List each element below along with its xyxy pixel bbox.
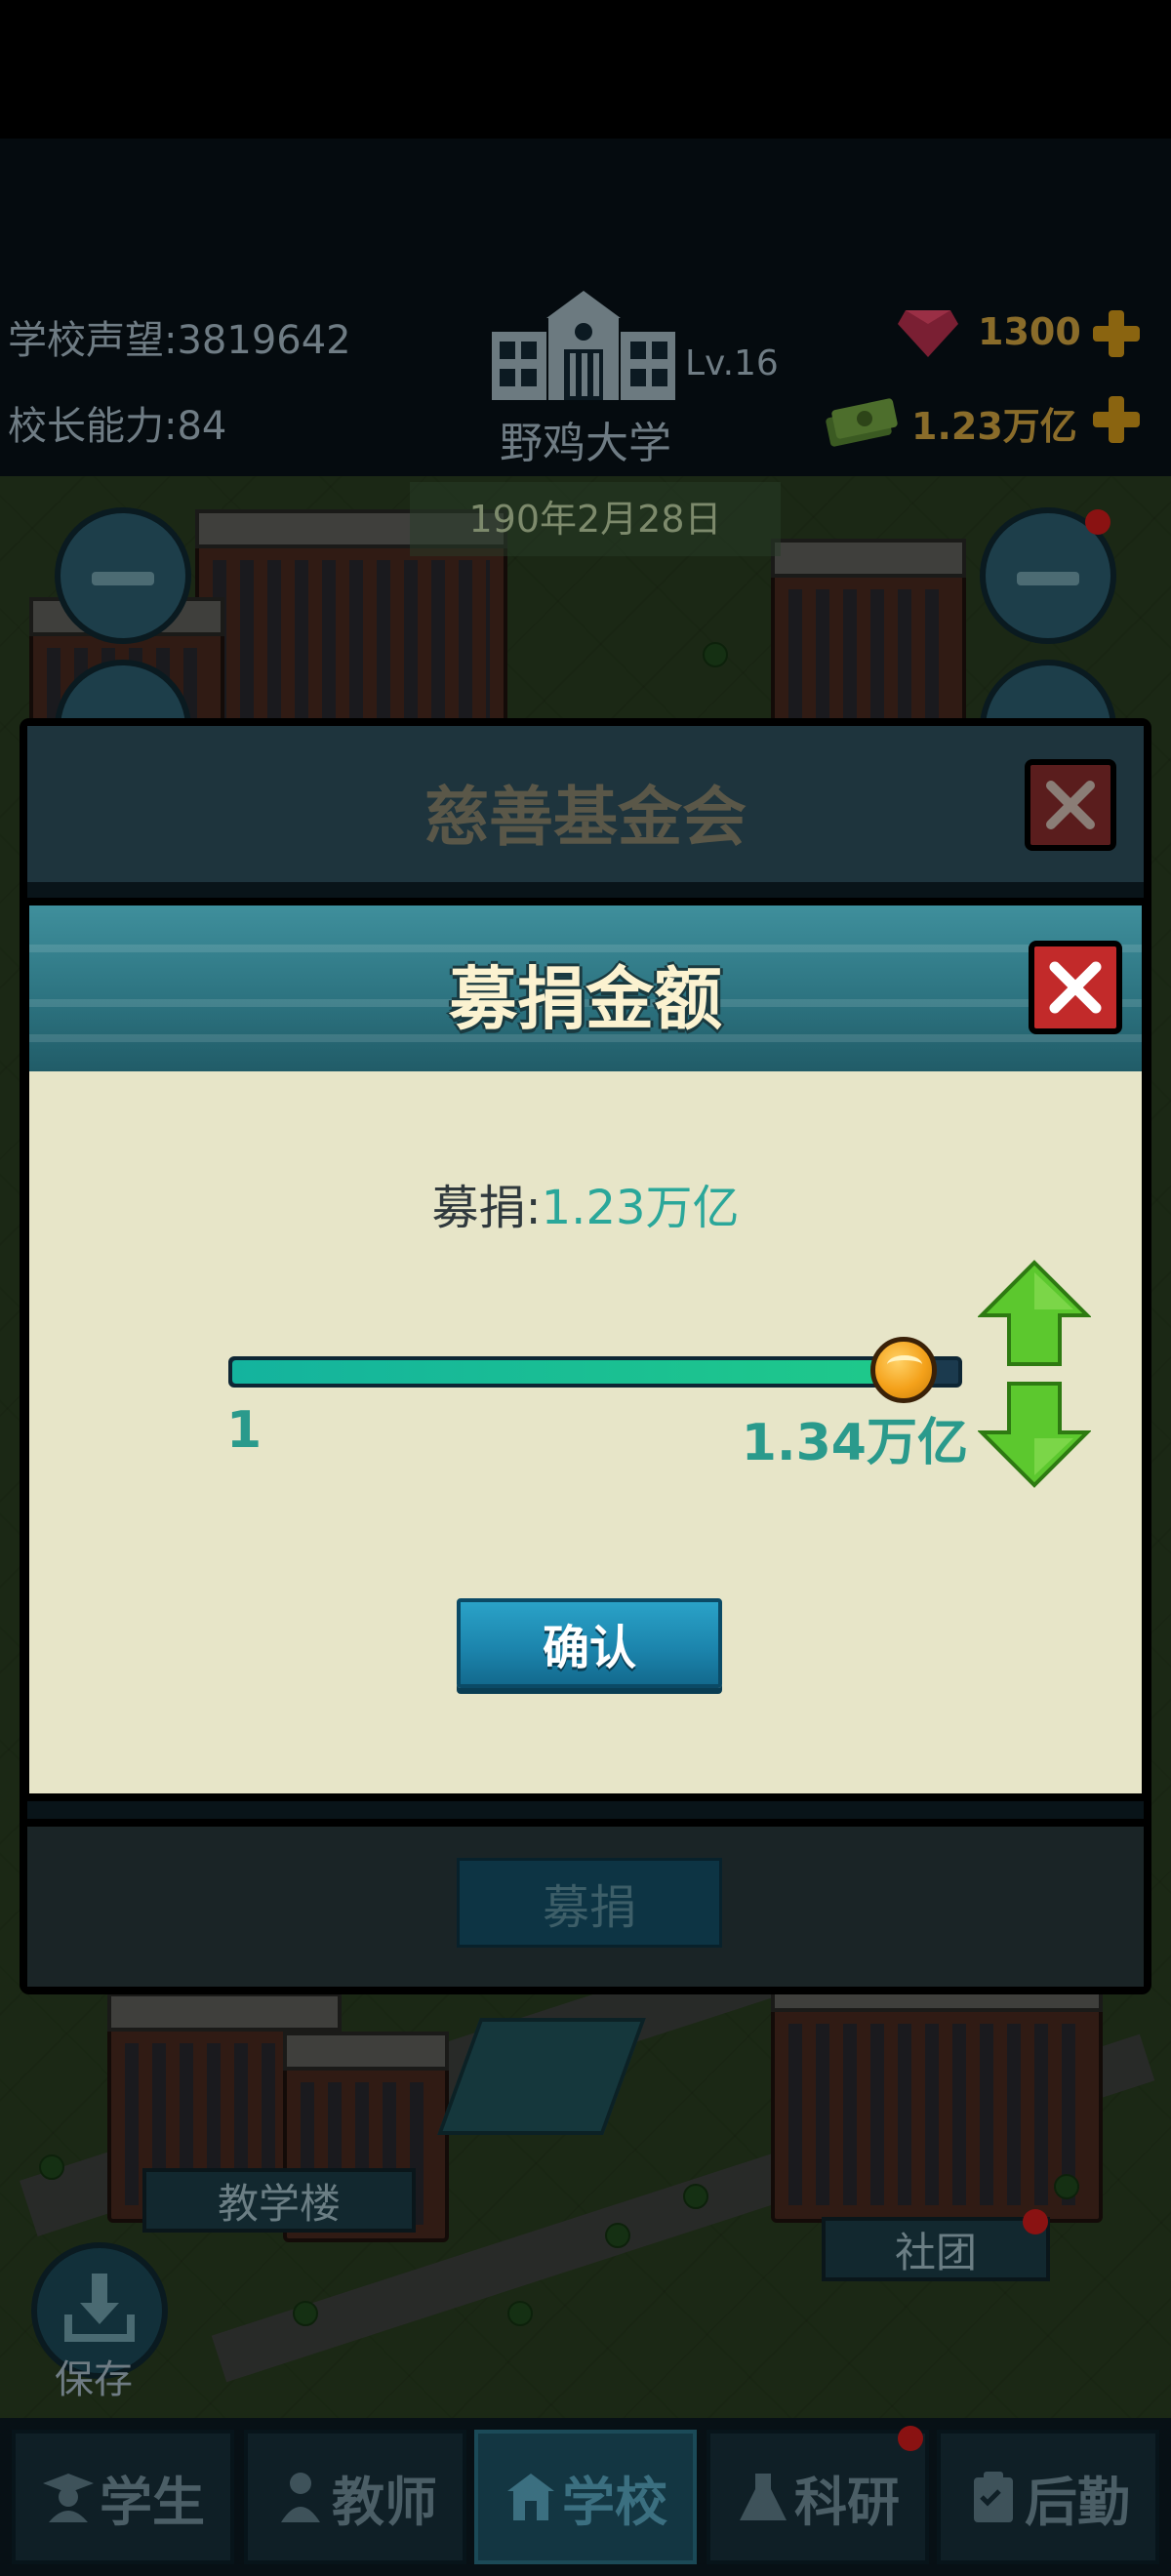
nav-school[interactable]: 学校	[474, 2430, 697, 2564]
school-icon	[507, 2474, 554, 2520]
nav-label: 科研	[794, 2471, 900, 2533]
teaching-building-text: 教学楼	[217, 2179, 341, 2228]
teacher-icon	[281, 2473, 320, 2522]
school-level: Lv.16	[685, 343, 779, 383]
nav-research[interactable]: 科研	[707, 2430, 929, 2564]
reputation-label: 学校声望:	[8, 318, 178, 363]
donation-amount: 募捐:1.23万亿	[29, 1169, 1142, 1237]
gem-icon	[898, 310, 958, 357]
amount-value: 1.23万亿	[541, 1181, 740, 1235]
donate-button[interactable]: 募捐	[457, 1858, 722, 1948]
dialog-title: 募捐金额	[449, 959, 722, 1039]
flask-icon	[740, 2474, 787, 2520]
dialog-title: 慈善基金会	[424, 780, 747, 855]
save-label: 保存	[55, 2357, 133, 2402]
zoom-out-button-left[interactable]	[55, 507, 191, 644]
amount-slider[interactable]	[228, 1356, 962, 1388]
nav-label: 教师	[332, 2471, 437, 2533]
close-button[interactable]	[1029, 941, 1122, 1034]
download-icon	[64, 2274, 135, 2342]
increase-button[interactable]	[977, 1257, 1092, 1370]
school-building-icon	[492, 291, 675, 400]
nav-label: 学生	[100, 2471, 205, 2533]
reputation-value: 3819642	[177, 318, 351, 363]
money-icon	[826, 398, 898, 447]
dialog-footer: 募捐	[27, 1819, 1144, 1987]
confirm-button[interactable]: 确认	[457, 1598, 722, 1688]
slider-fill	[232, 1360, 901, 1384]
club-notification-dot	[1023, 2209, 1048, 2234]
game-date: 190年2月28日	[410, 482, 781, 556]
dialog-header: 慈善基金会	[27, 726, 1144, 882]
notification-dot	[1085, 509, 1110, 535]
arrow-down-icon	[977, 1382, 1092, 1488]
nav-logistics[interactable]: 后勤	[937, 2430, 1159, 2564]
club-text: 社团	[894, 2228, 977, 2276]
nav-label: 学校	[562, 2471, 667, 2533]
arrow-up-icon	[977, 1260, 1092, 1366]
donation-amount-dialog: 募捐金额 募捐:1.23万亿 1 1.34万亿 确认	[21, 898, 1150, 1801]
amount-label: 募捐:	[431, 1181, 542, 1235]
slider-max-label: 1.34万亿	[741, 1414, 968, 1472]
nav-teachers[interactable]: 教师	[244, 2430, 466, 2564]
bottom-navigation: 学生 教师 学校 科研 后勤	[0, 2418, 1171, 2576]
club-label[interactable]: 社团	[822, 2217, 1050, 2281]
money-count: 1.23万亿	[911, 405, 1077, 448]
close-icon	[1049, 961, 1102, 1014]
status-area	[0, 0, 1171, 139]
nav-students[interactable]: 学生	[12, 2430, 234, 2564]
nav-label: 后勤	[1025, 2471, 1130, 2533]
teaching-building-label[interactable]: 教学楼	[142, 2168, 416, 2233]
close-button[interactable]	[1025, 759, 1116, 851]
slider-min-label: 1	[226, 1401, 262, 1460]
clipboard-icon	[974, 2472, 1013, 2522]
add-money-button[interactable]	[1089, 392, 1144, 447]
gem-count: 1300	[978, 310, 1081, 353]
dialog-header: 募捐金额	[29, 906, 1142, 1071]
reputation-stat: 学校声望:3819642	[8, 308, 351, 365]
research-notification-dot	[898, 2426, 923, 2451]
student-icon	[43, 2474, 94, 2522]
add-gems-button[interactable]	[1089, 306, 1144, 361]
slider-thumb[interactable]	[869, 1337, 937, 1403]
decrease-button[interactable]	[977, 1378, 1092, 1491]
close-icon	[1046, 781, 1095, 829]
